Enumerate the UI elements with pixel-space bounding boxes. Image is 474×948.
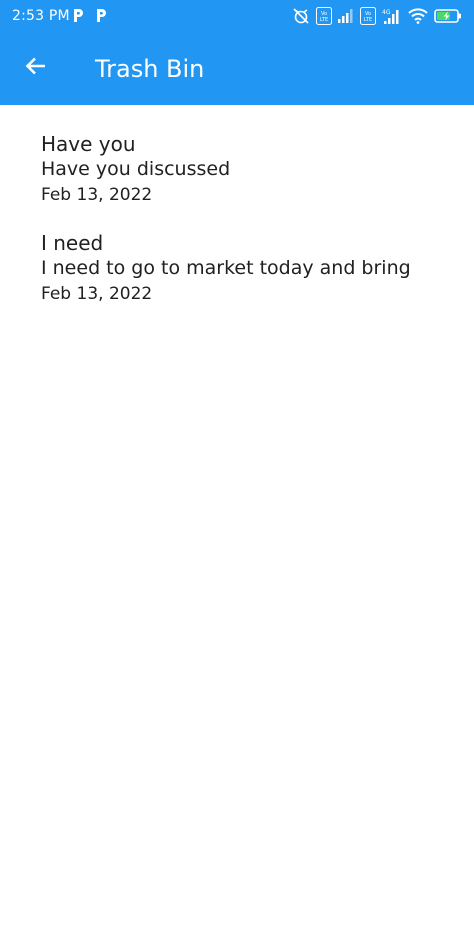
status-icons: Vo LTE Vo LTE 4G [292,6,462,26]
status-bar: 2:53 PM Vo LTE Vo LTE 4G [0,0,474,34]
alarm-off-icon [292,7,310,25]
p-icon [72,8,86,24]
list-item[interactable]: I need I need to go to market today and … [41,230,461,306]
note-body: I need to go to market today and bring [41,257,411,279]
wifi-icon [408,8,428,24]
note-title: Have you [41,132,136,156]
app-bar: 2:53 PM Vo LTE Vo LTE 4G Trash Bin [0,0,474,105]
arrow-left-icon [24,54,48,82]
p-icon [95,8,109,24]
list-item[interactable]: Have you Have you discussed Feb 13, 2022 [41,131,461,207]
battery-charging-icon [434,8,462,24]
svg-text:LTE: LTE [320,17,328,23]
svg-text:4G: 4G [382,9,391,16]
signal-icon: 4G [382,8,402,24]
note-date: Feb 13, 2022 [41,284,153,304]
page-title: Trash Bin [95,55,205,83]
note-body: Have you discussed [41,158,231,180]
svg-text:LTE: LTE [364,17,372,23]
volte-icon: Vo LTE [316,7,332,25]
signal-icon [338,9,354,23]
status-time: 2:53 PM [12,8,70,24]
note-title: I need [41,231,104,255]
note-date: Feb 13, 2022 [41,185,153,205]
volte-icon: Vo LTE [360,7,376,25]
back-button[interactable] [16,48,56,88]
